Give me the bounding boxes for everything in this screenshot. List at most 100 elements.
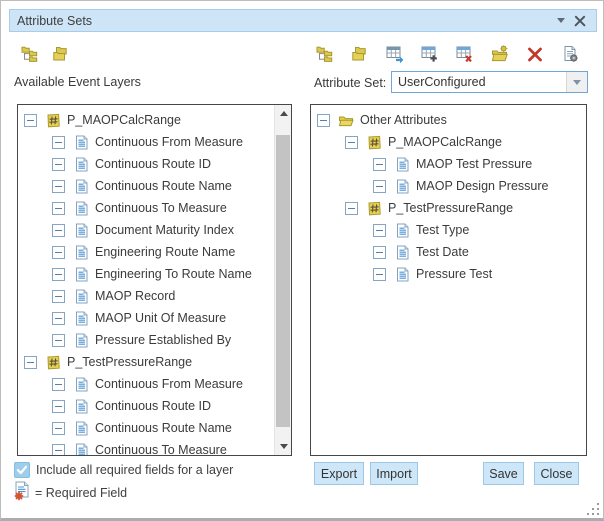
attribute-set-label: Attribute Set: [314,76,386,90]
tree-row[interactable]: Pressure Test [311,263,586,285]
collapse-toggle-icon[interactable] [373,224,386,237]
tree-node-label: P_MAOPCalcRange [67,113,181,127]
collapse-toggle-icon[interactable] [52,158,65,171]
resize-grip[interactable] [587,503,600,516]
collapse-toggle-icon[interactable] [52,224,65,237]
tree-row[interactable]: Test Type [311,219,586,241]
collapse-toggle-icon[interactable] [52,136,65,149]
tree-row[interactable]: MAOP Test Pressure [311,153,586,175]
collapse-toggle-icon[interactable] [317,114,330,127]
collapse-toggle-icon[interactable] [52,400,65,413]
attribute-set-dropdown[interactable]: UserConfigured [391,71,588,93]
check-icon [16,464,28,476]
tree-row[interactable]: MAOP Unit Of Measure [18,307,274,329]
tree-row[interactable]: Continuous Route Name [18,417,274,439]
tree-node-label: Test Type [416,223,469,237]
delete-x-icon[interactable] [526,45,544,63]
layer-folder-tree-icon[interactable] [316,45,334,63]
tree-node-label: Pressure Established By [95,333,231,347]
vertical-scrollbar[interactable] [274,105,291,455]
collapse-toggle-icon[interactable] [52,312,65,325]
tree-row[interactable]: P_TestPressureRange [311,197,586,219]
collapse-toggle-icon[interactable] [52,378,65,391]
attribute-set-panel: Other Attributes P_MAOPCalcRange MAOP Te… [310,104,587,456]
field-icon [73,288,89,304]
tree-row[interactable]: Continuous Route ID [18,395,274,417]
import-button[interactable]: Import [370,462,418,485]
tree-row[interactable]: MAOP Record [18,285,274,307]
table-delete-icon[interactable] [456,45,474,63]
field-icon [394,156,410,172]
tree-row[interactable]: Other Attributes [311,109,586,131]
folders-icon[interactable] [52,45,70,63]
available-layers-tree: P_MAOPCalcRange Continuous From Measure … [18,105,274,455]
tree-node-label: Continuous To Measure [95,443,227,455]
folders-icon[interactable] [351,45,369,63]
collapse-caret-icon[interactable] [557,18,565,23]
tree-row[interactable]: Test Date [311,241,586,263]
tree-node-label: Document Maturity Index [95,223,234,237]
tree-row[interactable]: Continuous From Measure [18,373,274,395]
attribute-set-tree: Other Attributes P_MAOPCalcRange MAOP Te… [311,105,586,455]
tree-row[interactable]: Continuous To Measure [18,197,274,219]
field-icon [73,222,89,238]
collapse-toggle-icon[interactable] [52,246,65,259]
table-export-icon[interactable] [386,45,404,63]
chevron-down-icon [573,80,581,85]
available-layers-panel: P_MAOPCalcRange Continuous From Measure … [17,104,292,456]
collapse-toggle-icon[interactable] [373,158,386,171]
tree-row[interactable]: P_TestPressureRange [18,351,274,373]
collapse-toggle-icon[interactable] [373,246,386,259]
collapse-toggle-icon[interactable] [52,334,65,347]
tree-row[interactable]: Continuous From Measure [18,131,274,153]
tree-row[interactable]: Continuous Route Name [18,175,274,197]
close-icon[interactable] [574,15,586,27]
event-layer-icon [366,134,382,150]
title-bar[interactable]: Attribute Sets [9,9,597,32]
tree-node-label: Continuous Route Name [95,179,232,193]
tree-row[interactable]: P_MAOPCalcRange [18,109,274,131]
export-button[interactable]: Export [314,462,364,485]
include-required-fields-checkbox[interactable] [14,462,30,478]
collapse-toggle-icon[interactable] [52,422,65,435]
collapse-toggle-icon[interactable] [52,290,65,303]
field-icon [73,442,89,455]
tree-node-label: MAOP Design Pressure [416,179,548,193]
tree-node-label: Continuous From Measure [95,377,243,391]
tree-node-label: Pressure Test [416,267,492,281]
scrollbar-thumb[interactable] [276,135,290,427]
tree-row[interactable]: P_MAOPCalcRange [311,131,586,153]
save-button[interactable]: Save [483,462,524,485]
collapse-toggle-icon[interactable] [24,114,37,127]
collapse-toggle-icon[interactable] [345,202,358,215]
tree-row[interactable]: Engineering Route Name [18,241,274,263]
scroll-up-icon[interactable] [275,105,292,122]
tree-node-label: Continuous Route Name [95,421,232,435]
scroll-down-icon[interactable] [275,438,292,455]
available-event-layers-label: Available Event Layers [14,75,141,89]
field-icon [73,200,89,216]
tree-row[interactable]: Document Maturity Index [18,219,274,241]
tree-row[interactable]: MAOP Design Pressure [311,175,586,197]
tree-node-label: Continuous To Measure [95,201,227,215]
collapse-toggle-icon[interactable] [345,136,358,149]
tree-row[interactable]: Continuous Route ID [18,153,274,175]
collapse-toggle-icon[interactable] [52,202,65,215]
collapse-toggle-icon[interactable] [373,180,386,193]
report-settings-icon[interactable] [561,45,579,63]
layer-folder-tree-icon[interactable] [21,45,39,63]
dropdown-button[interactable] [566,72,587,92]
collapse-toggle-icon[interactable] [52,268,65,281]
folder-new-icon[interactable] [491,45,509,63]
collapse-toggle-icon[interactable] [52,444,65,456]
collapse-toggle-icon[interactable] [24,356,37,369]
collapse-toggle-icon[interactable] [52,180,65,193]
collapse-toggle-icon[interactable] [373,268,386,281]
tree-node-label: P_MAOPCalcRange [388,135,502,149]
close-button[interactable]: Close [534,462,579,485]
tree-node-label: Engineering To Route Name [95,267,252,281]
tree-row[interactable]: Pressure Established By [18,329,274,351]
tree-row[interactable]: Engineering To Route Name [18,263,274,285]
tree-row[interactable]: Continuous To Measure [18,439,274,455]
table-add-icon[interactable] [421,45,439,63]
